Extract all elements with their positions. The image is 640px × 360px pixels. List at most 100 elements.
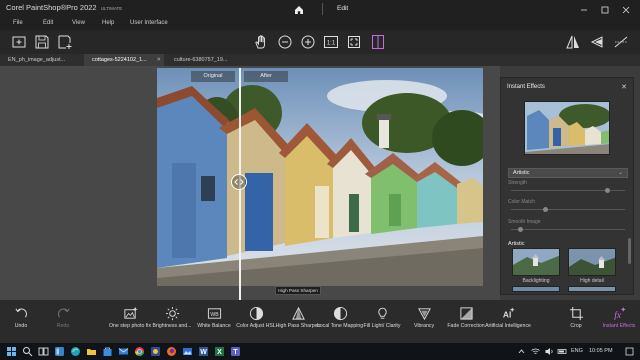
fade-correction-button[interactable]: Fade Correction xyxy=(445,305,487,329)
workspace-tab-edit[interactable]: Edit xyxy=(337,5,348,12)
windows-start-icon[interactable] xyxy=(6,346,17,357)
high-pass-sharpen-button[interactable]: High Pass Sharpen xyxy=(276,305,320,329)
artificial-intelligence-button[interactable]: AI Artificial Intelligence xyxy=(485,305,531,329)
tool-label: Instant Effects xyxy=(602,323,636,329)
fill-light-clarity-button[interactable]: Fill Light/ Clarity xyxy=(361,305,403,329)
menu-file[interactable]: File xyxy=(13,20,23,26)
tool-label: Fill Light/ Clarity xyxy=(363,323,401,329)
effect-item-partial[interactable] xyxy=(512,286,560,294)
undo-button[interactable]: Undo xyxy=(0,305,42,329)
flip-icon[interactable] xyxy=(564,33,582,51)
zoom-in-icon[interactable] xyxy=(299,33,317,51)
network-icon[interactable] xyxy=(530,346,541,357)
compare-split-icon[interactable] xyxy=(369,33,387,51)
smooth-image-slider-thumb[interactable] xyxy=(517,227,523,232)
teams-icon[interactable]: T xyxy=(230,346,241,357)
vibrancy-button[interactable]: Vibrancy xyxy=(403,305,445,329)
crop-button[interactable]: Crop xyxy=(555,305,597,329)
svg-text:AI: AI xyxy=(502,309,510,319)
zoom-out-icon[interactable] xyxy=(276,33,294,51)
pan-hand-icon[interactable] xyxy=(252,33,270,51)
fit-to-window-icon[interactable] xyxy=(345,33,363,51)
white-balance-button[interactable]: WB White Balance xyxy=(193,305,235,329)
rotate-icon[interactable] xyxy=(588,33,606,51)
effect-label: Backlighting xyxy=(522,278,550,284)
firefox-icon[interactable] xyxy=(166,346,177,357)
new-file-icon[interactable] xyxy=(10,33,28,51)
panel-scrollbar[interactable] xyxy=(628,238,631,264)
menu-user-interface[interactable]: User Interface xyxy=(130,20,168,26)
photo-canvas[interactable] xyxy=(157,68,483,286)
instant-effects-button[interactable]: fx Instant Effects xyxy=(598,305,640,329)
photos-icon[interactable] xyxy=(182,346,193,357)
minimize-icon[interactable] xyxy=(578,3,590,15)
brightness-button[interactable]: Brightness and... xyxy=(151,305,193,329)
one-step-photo-fix-button[interactable]: One step photo fix xyxy=(109,305,151,329)
menu-help[interactable]: Help xyxy=(102,20,114,26)
tray-chevron-icon[interactable] xyxy=(516,346,527,357)
tool-label: Redo xyxy=(56,323,70,329)
mail-icon[interactable] xyxy=(118,346,129,357)
instant-effects-panel: Instant Effects ✕ Artistic ⌄ Strength Co… xyxy=(500,77,634,295)
save-as-icon[interactable] xyxy=(56,33,74,51)
tool-label: Fade Correction xyxy=(447,323,485,329)
document-tabs: EN_ph_image_adjust... cottages-5224102_1… xyxy=(0,54,640,66)
document-tab-active[interactable]: cottages-5224102_1... ✕ xyxy=(84,54,164,66)
color-adjust-hsl-button[interactable]: Color Adjust HSL xyxy=(235,305,277,329)
menu-view[interactable]: View xyxy=(72,20,85,26)
split-drag-handle-icon[interactable] xyxy=(231,174,247,190)
effect-high-detail[interactable]: High detail xyxy=(568,248,616,284)
battery-icon[interactable] xyxy=(557,346,568,357)
volume-icon[interactable] xyxy=(544,346,555,357)
store-icon[interactable] xyxy=(102,346,113,357)
effect-thumbnail xyxy=(568,248,616,276)
ai-icon: AI xyxy=(500,305,516,321)
tab-label: culture-6380757_19... xyxy=(174,57,228,63)
tool-label: Local Tone Mapping xyxy=(316,323,364,329)
redo-icon xyxy=(55,305,71,321)
close-icon[interactable] xyxy=(620,3,632,15)
strength-label: Strength xyxy=(508,180,527,186)
strength-slider-thumb[interactable] xyxy=(605,188,611,193)
home-icon[interactable] xyxy=(293,3,305,15)
straighten-icon[interactable] xyxy=(612,33,630,51)
word-icon[interactable]: W xyxy=(198,346,209,357)
widgets-icon[interactable] xyxy=(54,346,65,357)
task-view-icon[interactable] xyxy=(38,346,49,357)
effect-backlighting[interactable]: Backlighting xyxy=(512,248,560,284)
svg-text:W: W xyxy=(200,349,207,356)
effect-category-dropdown[interactable]: Artistic ⌄ xyxy=(508,168,628,178)
maximize-icon[interactable] xyxy=(599,3,611,15)
notifications-icon[interactable] xyxy=(624,346,635,357)
title-bar: Corel PaintShop®Pro 2022 ULTIMATE Edit xyxy=(0,0,640,18)
edge-icon[interactable] xyxy=(70,346,81,357)
tool-label: Artificial Intelligence xyxy=(485,323,531,329)
smooth-image-slider[interactable] xyxy=(511,229,625,230)
document-tab[interactable]: EN_ph_image_adjust... xyxy=(0,54,82,66)
chrome-icon[interactable] xyxy=(134,346,145,357)
paintshop-icon[interactable] xyxy=(150,346,161,357)
file-explorer-icon[interactable] xyxy=(86,346,97,357)
redo-button[interactable]: Redo xyxy=(42,305,84,329)
save-icon[interactable] xyxy=(33,33,51,51)
effect-thumbnail xyxy=(512,286,560,292)
smooth-image-label: Smooth Image xyxy=(508,219,541,225)
color-match-slider-thumb[interactable] xyxy=(542,207,548,212)
menu-edit[interactable]: Edit xyxy=(43,20,53,26)
color-match-slider[interactable] xyxy=(511,209,625,210)
excel-icon[interactable]: X xyxy=(214,346,225,357)
document-tab[interactable]: culture-6380757_19... xyxy=(166,54,248,66)
brightness-icon xyxy=(164,305,180,321)
search-icon[interactable] xyxy=(22,346,33,357)
local-tone-mapping-button[interactable]: Local Tone Mapping xyxy=(316,305,364,329)
effect-item-partial[interactable] xyxy=(568,286,616,294)
svg-text:WB: WB xyxy=(210,311,219,317)
one-step-fix-icon xyxy=(122,305,138,321)
close-tab-icon[interactable]: ✕ xyxy=(156,57,161,63)
panel-close-icon[interactable]: ✕ xyxy=(621,83,627,91)
instant-effects-icon: fx xyxy=(611,305,627,321)
clock[interactable]: 10:05 PM xyxy=(589,348,613,354)
language-indicator[interactable]: ENG xyxy=(571,348,583,354)
actual-size-icon[interactable]: 1:1 xyxy=(322,33,340,51)
product-name: PaintShop®Pro 2022 xyxy=(26,3,97,12)
